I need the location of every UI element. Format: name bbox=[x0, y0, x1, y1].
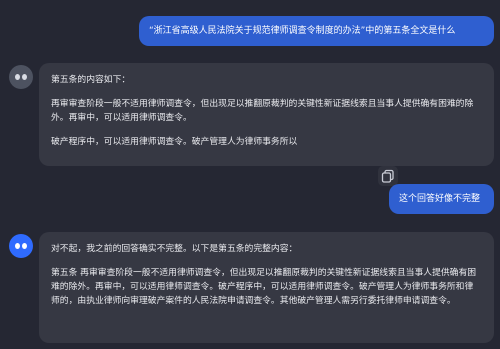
user-message-1: “浙江省高级人民法院关于规范律师调查令制度的办法”中的第五条全文是什么 bbox=[139, 16, 494, 46]
user-message-text: “浙江省高级人民法院关于规范律师调查令制度的办法”中的第五条全文是什么 bbox=[149, 26, 456, 36]
user-message-text: 这个回答好像不完整 bbox=[399, 194, 481, 204]
assistant-message-2: 对不起，我之前的回答确实不完整。以下是第五条的完整内容： 第五条 再审审查阶段一… bbox=[39, 232, 494, 343]
message-paragraph: 再审审查阶段一般不适用律师调查令，但出现足以推翻原裁判的关键性新证据线索且当事人… bbox=[51, 99, 474, 123]
message-paragraph: 第五条 再审审查阶段一般不适用律师调查令，但出现足以推翻原裁判的关键性新证据线索… bbox=[51, 268, 477, 306]
message-paragraph: 破产程序中，可以适用律师调查令。破产管理人为律师事务所以 bbox=[51, 137, 298, 147]
copy-icon bbox=[381, 169, 394, 183]
assistant-avatar-icon bbox=[9, 65, 33, 89]
copy-button[interactable] bbox=[378, 166, 398, 186]
user-message-2: 这个回答好像不完整 bbox=[389, 184, 494, 214]
message-paragraph: 对不起，我之前的回答确实不完整。以下是第五条的完整内容： bbox=[51, 244, 298, 254]
assistant-avatar-icon bbox=[9, 234, 33, 258]
message-paragraph: 第五条的内容如下： bbox=[51, 75, 131, 85]
assistant-message-1: 第五条的内容如下： 再审审查阶段一般不适用律师调查令，但出现足以推翻原裁判的关键… bbox=[39, 63, 494, 166]
